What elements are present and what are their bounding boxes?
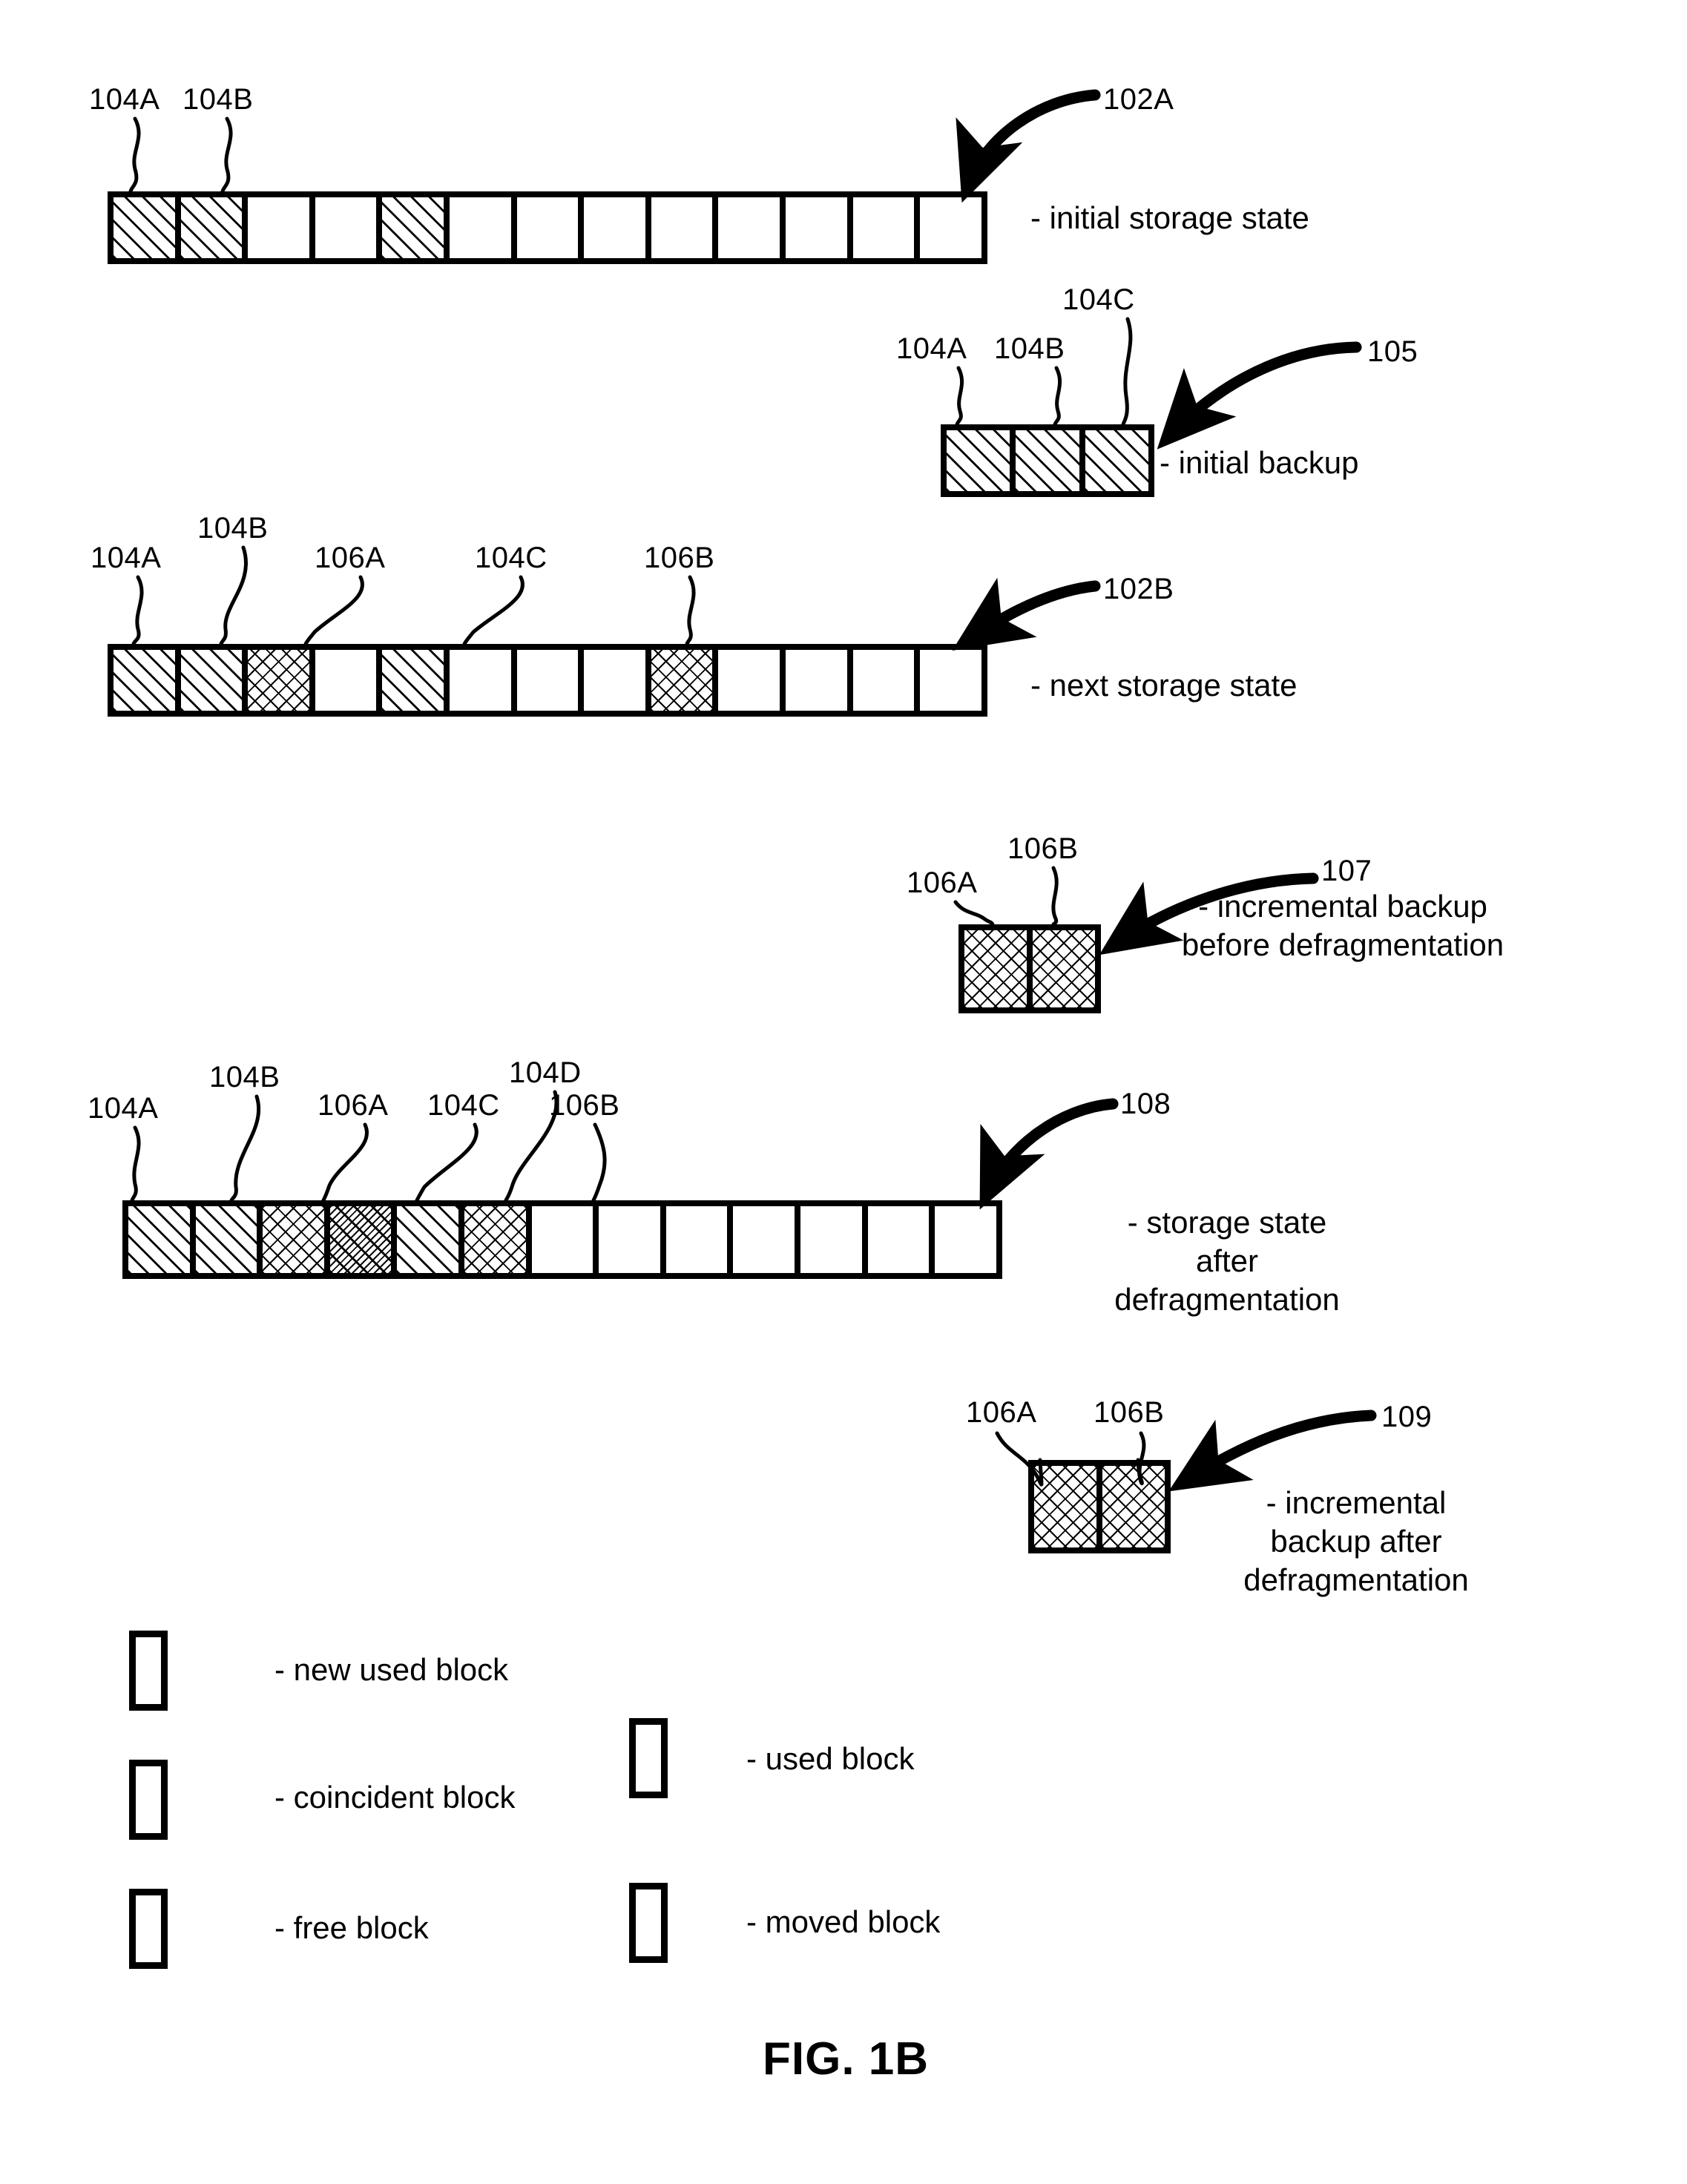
block-cell	[464, 1206, 532, 1273]
block-cell	[800, 1206, 868, 1273]
patent-figure-1b: 104A 104B 102A - initial storage state 1…	[0, 0, 1687, 2184]
block-cell	[397, 1206, 465, 1273]
caption-storage-state-after-defragmentation: - storage state after defragmentation	[1114, 1205, 1340, 1317]
block-cell	[450, 650, 517, 711]
ref-label-106a: 106A	[315, 542, 386, 574]
legend-swatch-moved-block	[629, 1883, 668, 1963]
ref-label-104a: 104A	[89, 83, 160, 116]
caption-initial-storage-state: - initial storage state	[1030, 200, 1309, 235]
block-cell	[733, 1206, 801, 1273]
block-cell	[263, 1206, 330, 1273]
ref-label-104a: 104A	[91, 542, 162, 574]
ref-label-104c: 104C	[475, 542, 547, 574]
block-cell	[786, 197, 853, 258]
ref-label-104a: 104A	[896, 332, 967, 365]
caption-next-storage-state: - next storage state	[1030, 668, 1298, 703]
storage-bar-storage-state-after-defragmentation	[122, 1200, 1002, 1279]
ref-label-104b: 104B	[197, 512, 269, 545]
legend-label-moved-block: - moved block	[746, 1904, 941, 1939]
ref-label-104b: 104B	[209, 1061, 280, 1093]
ref-label-104b: 104B	[182, 83, 254, 116]
ref-label-106b: 106B	[644, 542, 715, 574]
storage-bar-next-storage-state	[108, 644, 987, 717]
block-cell	[315, 650, 383, 711]
block-cell	[718, 197, 786, 258]
block-cell	[1034, 1466, 1102, 1547]
block-cell	[651, 197, 719, 258]
ref-label-106b: 106B	[1007, 832, 1079, 865]
ref-label-102b: 102B	[1103, 573, 1174, 605]
ref-label-106a: 106A	[966, 1396, 1037, 1429]
ref-label-106a: 106A	[907, 866, 978, 899]
block-cell	[195, 1206, 263, 1273]
legend-label-coincident-block: - coincident block	[274, 1780, 516, 1815]
block-cell	[665, 1206, 734, 1273]
block-cell	[786, 650, 853, 711]
block-cell	[852, 197, 921, 258]
ref-label-107: 107	[1321, 855, 1372, 887]
block-cell	[1085, 430, 1148, 491]
ref-label-109: 109	[1381, 1401, 1433, 1433]
block-cell	[329, 1206, 398, 1273]
block-cell	[1016, 430, 1085, 491]
storage-bar-initial-storage-state	[108, 191, 987, 264]
caption-incremental-backup-after-defragmentation: - incremental backup after defragmentati…	[1243, 1485, 1469, 1597]
ref-label-108: 108	[1120, 1088, 1171, 1120]
storage-bar-initial-backup	[941, 424, 1154, 497]
caption-initial-backup: - initial backup	[1160, 445, 1359, 480]
legend-swatch-free-block	[129, 1889, 168, 1969]
ref-label-106b: 106B	[1094, 1396, 1165, 1429]
block-cell	[114, 650, 181, 711]
ref-label-105: 105	[1367, 335, 1418, 368]
block-cell	[382, 650, 450, 711]
ref-label-104a: 104A	[88, 1092, 159, 1125]
block-cell	[920, 197, 981, 258]
block-cell	[599, 1206, 666, 1273]
block-cell	[947, 430, 1016, 491]
block-cell	[516, 197, 585, 258]
block-cell	[248, 650, 315, 711]
caption-incremental-backup-before-defragmentation: - incremental backup before defragmentat…	[1181, 889, 1505, 962]
ref-label-104d: 104D	[509, 1056, 582, 1089]
legend-label-new-used-block: - new used block	[274, 1652, 509, 1687]
block-cell	[935, 1206, 996, 1273]
block-cell	[852, 650, 921, 711]
block-cell	[584, 650, 651, 711]
block-cell	[114, 197, 181, 258]
block-cell	[1102, 1466, 1165, 1547]
ref-label-104b: 104B	[994, 332, 1065, 365]
block-cell	[382, 197, 450, 258]
block-cell	[315, 197, 383, 258]
figure-caption: FIG. 1B	[763, 2033, 930, 2085]
block-cell	[180, 197, 249, 258]
storage-bar-incremental-backup-after-defragmentation	[1028, 1460, 1171, 1553]
block-cell	[516, 650, 585, 711]
block-cell	[964, 930, 1033, 1007]
block-cell	[180, 650, 249, 711]
legend-label-used-block: - used block	[746, 1741, 915, 1776]
block-cell	[718, 650, 786, 711]
block-cell	[1033, 930, 1095, 1007]
ref-label-104c: 104C	[1062, 283, 1135, 316]
block-cell	[867, 1206, 935, 1273]
ref-label-106a: 106A	[318, 1089, 389, 1122]
legend-swatch-used-block	[629, 1718, 668, 1798]
legend-swatch-coincident-block	[129, 1760, 168, 1840]
ref-label-106b: 106B	[549, 1089, 620, 1122]
ref-label-104c: 104C	[427, 1089, 500, 1122]
legend-swatch-new-used-block	[129, 1631, 168, 1711]
storage-bar-incremental-backup-before-defragmentation	[958, 924, 1101, 1013]
ref-label-102a: 102A	[1103, 83, 1174, 116]
block-cell	[651, 650, 719, 711]
block-cell	[531, 1206, 599, 1273]
block-cell	[450, 197, 517, 258]
legend-label-free-block: - free block	[274, 1910, 429, 1945]
block-cell	[584, 197, 651, 258]
block-cell	[920, 650, 981, 711]
block-cell	[248, 197, 315, 258]
block-cell	[128, 1206, 196, 1273]
